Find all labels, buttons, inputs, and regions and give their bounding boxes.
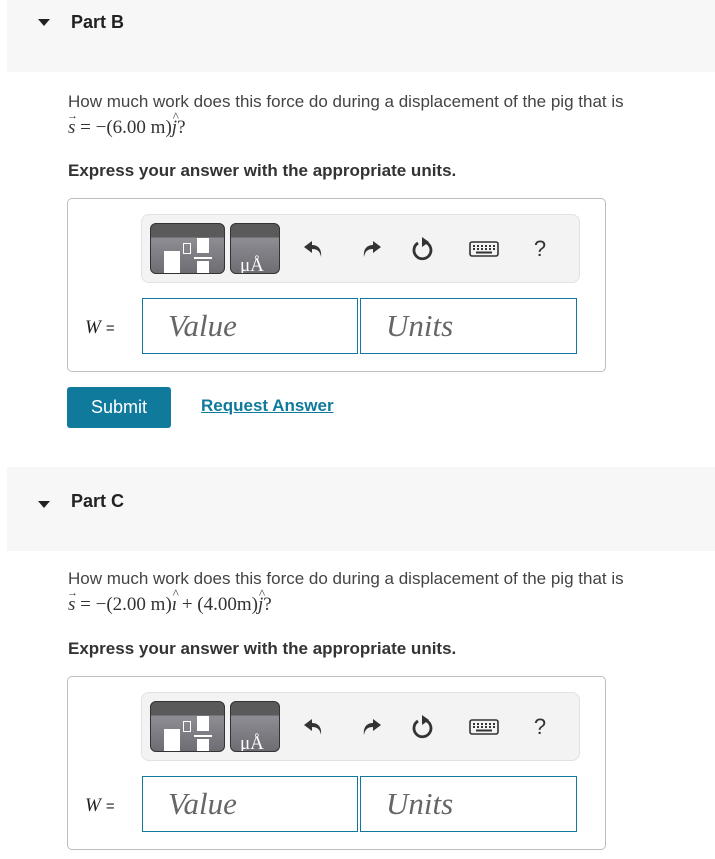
term: −(2.00 m) [95,594,172,615]
unit-vector-j: j [258,581,266,618]
displacement-equation: s = −(6.00 m)j? [67,103,715,141]
undo-icon [304,241,322,257]
units-icon: μÅ [240,733,264,752]
help-icon: ? [533,714,547,739]
part-c-title: Part C [71,491,125,511]
keyboard-button[interactable] [468,713,500,741]
unit-vector-j: j [172,104,180,141]
part-b-answer-box: μÅ ? W = [67,198,606,372]
reset-icon [412,237,433,261]
equals: = [80,594,91,615]
request-answer-link[interactable]: Request Answer [201,396,334,416]
templates-button[interactable] [150,701,225,752]
keyboard-icon [469,719,499,735]
units-button[interactable]: μÅ [230,223,280,274]
keyboard-icon [469,241,499,257]
question-text: How much work does this force do during … [68,569,624,588]
undo-button[interactable] [300,235,328,263]
templates-button[interactable] [150,223,225,274]
math-toolbar: μÅ ? [141,214,580,283]
units-button[interactable]: μÅ [230,701,280,752]
units-input[interactable] [360,776,577,832]
vector-s: s [67,580,79,618]
undo-icon [304,719,322,735]
displacement-equation: s = −(2.00 m)ı + (4.00m)j? [67,580,715,618]
term: + (4.00m) [181,594,258,615]
undo-button[interactable] [300,713,328,741]
submit-button[interactable]: Submit [67,387,171,428]
equals: = [80,117,91,138]
collapse-caret-icon[interactable] [38,19,50,26]
help-icon: ? [533,236,547,261]
unit-vector-i: ı [172,581,180,618]
variable-label: W = [85,795,115,816]
keyboard-button[interactable] [468,235,500,263]
question-text: How much work does this force do during … [68,92,624,111]
vector-s: s [67,103,79,141]
redo-button[interactable] [357,713,385,741]
math-toolbar: μÅ ? [141,692,580,761]
redo-icon [363,719,381,735]
reset-button[interactable] [409,235,437,263]
collapse-caret-icon[interactable] [38,501,50,508]
part-c-header[interactable]: Part C [7,467,715,551]
part-c-question: How much work does this force do during … [67,566,715,618]
part-c-instruction: Express your answer with the appropriate… [68,639,457,658]
redo-button[interactable] [357,235,385,263]
help-button[interactable]: ? [526,713,554,741]
part-b-question: How much work does this force do during … [67,89,715,141]
part-b-title: Part B [71,12,125,32]
units-icon: μÅ [240,255,264,274]
part-b-instruction: Express your answer with the appropriate… [68,161,457,180]
part-c-answer-box: μÅ ? W = [67,676,606,850]
term: −(6.00 m) [95,117,172,138]
reset-button[interactable] [409,713,437,741]
value-input[interactable] [142,776,358,832]
variable-label: W = [85,317,115,338]
value-input[interactable] [142,298,358,354]
reset-icon [412,715,433,739]
part-b-header[interactable]: Part B [7,0,715,72]
help-button[interactable]: ? [526,235,554,263]
redo-icon [363,241,381,257]
units-input[interactable] [360,298,577,354]
